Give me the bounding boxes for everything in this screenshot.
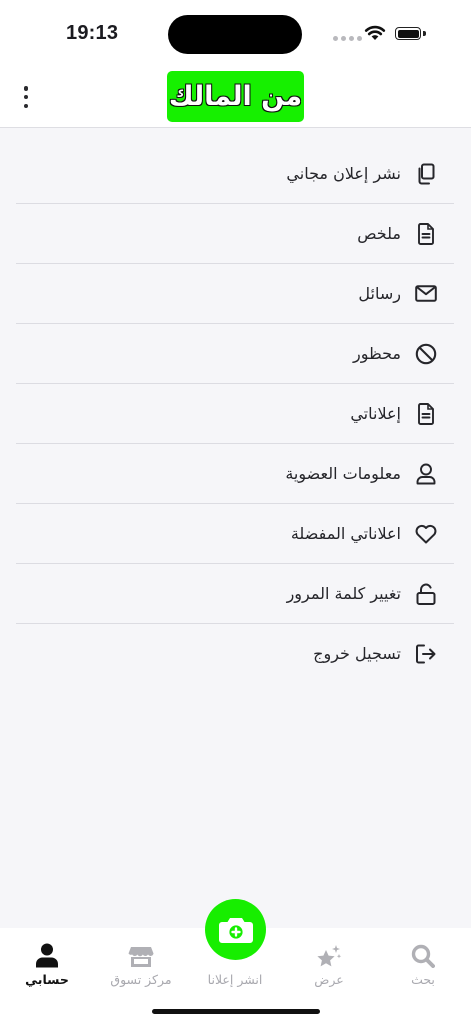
wifi-icon bbox=[364, 25, 386, 40]
menu-item-label: معلومات العضوية bbox=[285, 464, 401, 483]
blocked-icon bbox=[415, 343, 437, 365]
menu-item-logout[interactable]: تسجيل خروج bbox=[16, 624, 454, 683]
heart-icon bbox=[415, 523, 437, 545]
logout-icon bbox=[415, 643, 437, 665]
menu-item-label: نشر إعلان مجاني bbox=[286, 164, 401, 183]
copy-icon bbox=[415, 163, 437, 185]
unlock-icon bbox=[415, 583, 437, 605]
tab-label: انشر إعلانا bbox=[207, 972, 263, 987]
tab-label: مركز تسوق bbox=[110, 972, 172, 987]
account-menu: نشر إعلان مجاني ملخص رسائل محظور إعلانات… bbox=[16, 144, 454, 683]
document-icon bbox=[415, 222, 437, 245]
tab-market[interactable]: مركز تسوق bbox=[94, 928, 188, 987]
document-icon bbox=[415, 402, 437, 425]
more-options-icon[interactable] bbox=[19, 86, 33, 108]
menu-item-label: تسجيل خروج bbox=[313, 644, 401, 663]
home-indicator bbox=[152, 1009, 320, 1014]
menu-item-messages[interactable]: رسائل bbox=[16, 264, 454, 324]
menu-item-label: رسائل bbox=[358, 284, 401, 303]
sparkle-star-icon bbox=[282, 928, 376, 968]
post-ad-camera-button[interactable] bbox=[205, 899, 266, 960]
logo-text: من المالك bbox=[168, 80, 303, 112]
menu-item-label: محظور bbox=[352, 344, 401, 363]
menu-item-favorite-ads[interactable]: اعلاناتي المفضلة bbox=[16, 504, 454, 564]
person-icon bbox=[0, 928, 94, 968]
menu-item-my-ads[interactable]: إعلاناتي bbox=[16, 384, 454, 444]
dynamic-island bbox=[168, 15, 302, 54]
envelope-icon bbox=[415, 283, 437, 305]
menu-item-summary[interactable]: ملخص bbox=[16, 204, 454, 264]
status-bar: 19:13 bbox=[0, 0, 471, 66]
app-header: من المالك bbox=[0, 66, 471, 128]
tab-label: عرض bbox=[314, 972, 344, 987]
menu-item-label: تغيير كلمة المرور bbox=[286, 584, 401, 603]
tab-account[interactable]: حسابي bbox=[0, 928, 94, 987]
menu-item-post-free-ad[interactable]: نشر إعلان مجاني bbox=[16, 144, 454, 204]
menu-item-blocked[interactable]: محظور bbox=[16, 324, 454, 384]
battery-icon bbox=[395, 27, 421, 40]
user-icon bbox=[415, 463, 437, 485]
cellular-signal-icon bbox=[333, 36, 362, 41]
menu-item-change-password[interactable]: تغيير كلمة المرور bbox=[16, 564, 454, 624]
camera-plus-icon bbox=[218, 917, 253, 943]
menu-item-label: اعلاناتي المفضلة bbox=[290, 524, 401, 543]
store-icon bbox=[94, 928, 188, 968]
search-icon bbox=[376, 928, 470, 968]
tab-search[interactable]: بحث bbox=[376, 928, 470, 987]
menu-item-label: إعلاناتي bbox=[350, 404, 401, 423]
status-time: 19:13 bbox=[66, 22, 119, 44]
tab-label: حسابي bbox=[25, 972, 69, 987]
app-logo: من المالك bbox=[167, 71, 304, 122]
menu-item-label: ملخص bbox=[357, 224, 401, 243]
menu-item-membership-info[interactable]: معلومات العضوية bbox=[16, 444, 454, 504]
tab-offers[interactable]: عرض bbox=[282, 928, 376, 987]
tab-label: بحث bbox=[411, 972, 435, 987]
